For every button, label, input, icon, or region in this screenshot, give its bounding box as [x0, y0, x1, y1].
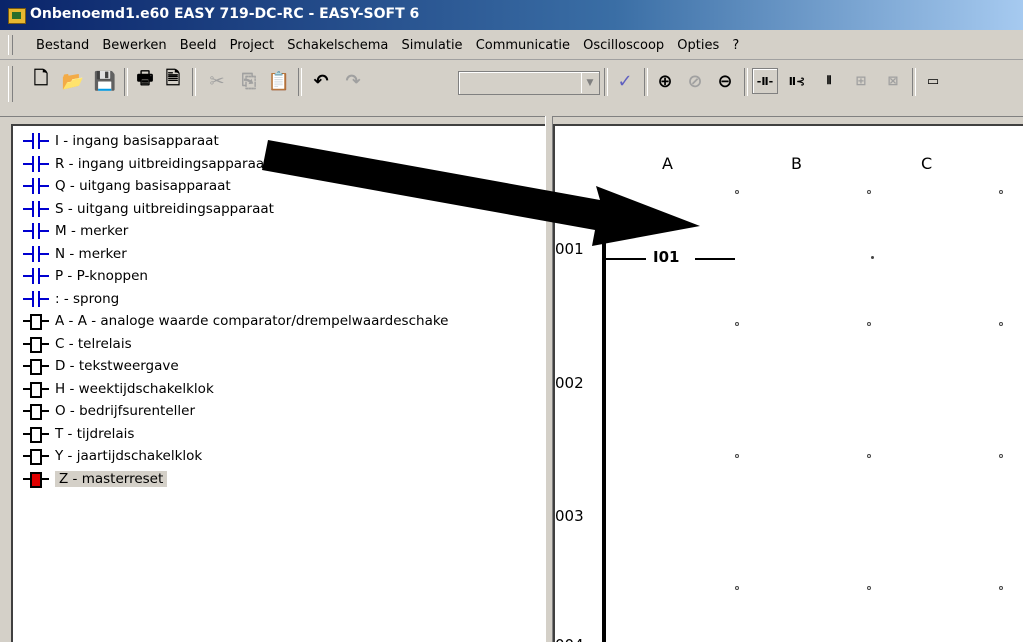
function-block-icon: [23, 448, 49, 465]
branch-icon[interactable]: Ⅱ⊰: [784, 68, 810, 94]
toolbar-grip[interactable]: [8, 66, 13, 102]
menu-oscilloscoop[interactable]: Oscilloscoop: [583, 38, 664, 53]
menu-schakelschema[interactable]: Schakelschema: [287, 38, 388, 53]
grid-point[interactable]: [735, 454, 739, 458]
menu-project[interactable]: Project: [230, 38, 274, 53]
function-relay-icon[interactable]: ⊞: [848, 68, 874, 94]
menu-beeld[interactable]: Beeld: [180, 38, 217, 53]
grid-point[interactable]: [867, 454, 871, 458]
row-number: 001: [555, 240, 584, 258]
tree-item[interactable]: H - weektijdschakelklok: [23, 378, 448, 401]
grid-point[interactable]: [999, 190, 1003, 194]
contact-icon: [23, 155, 49, 172]
menu-simulatie[interactable]: Simulatie: [402, 38, 463, 53]
menu-help[interactable]: ?: [732, 38, 739, 53]
contact-icon: [23, 133, 49, 149]
wire: [695, 258, 735, 260]
grid-point[interactable]: [999, 586, 1003, 590]
tree-item[interactable]: Y - jaartijdschakelklok: [23, 445, 448, 468]
grid-point[interactable]: [867, 322, 871, 326]
column-header-b: B: [791, 154, 802, 173]
contact-icon: [23, 178, 49, 194]
contact-icon: [23, 245, 49, 262]
save-icon[interactable]: 💾: [92, 68, 118, 94]
grid-point[interactable]: [871, 256, 874, 259]
tree-item[interactable]: S - uitgang uitbreidingsapparaat: [23, 198, 448, 221]
toolbar: 🗋 📂 💾 🖶 🗎 ✂ ⎘ 📋 ↶ ↷ ▼ ✓ ⊕ ⊘ ⊖ -Ⅱ- Ⅱ⊰ ⫴ ⊞…: [0, 60, 1023, 117]
grid-point[interactable]: [999, 322, 1003, 326]
tree-item[interactable]: R - ingang uitbreidingsapparaat: [23, 153, 448, 176]
panel-splitter[interactable]: [545, 116, 553, 642]
menu-communicatie[interactable]: Communicatie: [476, 38, 570, 53]
grid-point[interactable]: [735, 322, 739, 326]
function-block-icon: [23, 403, 49, 420]
contact-icon: [23, 223, 49, 239]
tree-item[interactable]: M - merker: [23, 220, 448, 243]
window-title: Onbenoemd1.e60 EASY 719-DC-RC - EASY-SOF…: [30, 6, 420, 22]
tree-item[interactable]: A - A - analoge waarde comparator/drempe…: [23, 310, 448, 333]
row-number: 004: [555, 636, 584, 642]
master-reset-icon: [23, 471, 49, 488]
tree-item[interactable]: N - merker: [23, 243, 448, 266]
menu-grip[interactable]: [8, 35, 13, 55]
contact-label[interactable]: I01: [653, 248, 679, 266]
function-block-icon: [23, 381, 49, 398]
tree-item[interactable]: : - sprong: [23, 288, 448, 311]
wire: [606, 258, 646, 260]
paste-icon[interactable]: 📋: [266, 68, 292, 94]
copy-icon[interactable]: ⎘: [236, 68, 262, 94]
contact-icon[interactable]: -Ⅱ-: [752, 68, 778, 94]
function-block-icon: [23, 336, 49, 353]
view-icon[interactable]: ▭: [920, 68, 946, 94]
row-number: 003: [555, 507, 584, 525]
operand-tree-panel[interactable]: I - ingang basisapparaat R - ingang uitb…: [11, 124, 545, 642]
tree-item-selected[interactable]: Z - masterreset: [23, 468, 448, 491]
print-icon[interactable]: 🖶: [132, 68, 158, 94]
zoom-fit-icon[interactable]: ⊘: [682, 68, 708, 94]
zoom-combo[interactable]: ▼: [458, 71, 600, 95]
zoom-in-icon[interactable]: ⊕: [652, 68, 678, 94]
contact-icon: [23, 200, 49, 217]
grid-point[interactable]: [999, 454, 1003, 458]
function-block-icon: [23, 358, 49, 375]
operand-tree: I - ingang basisapparaat R - ingang uitb…: [23, 130, 448, 490]
tree-item[interactable]: C - telrelais: [23, 333, 448, 356]
parallel-icon[interactable]: ⫴: [816, 68, 842, 94]
grid-point[interactable]: [867, 190, 871, 194]
tree-item[interactable]: D - tekstweergave: [23, 355, 448, 378]
grid-point[interactable]: [735, 190, 739, 194]
function-block-icon: [23, 313, 49, 330]
cut-icon[interactable]: ✂: [204, 68, 230, 94]
redo-icon[interactable]: ↷: [340, 68, 366, 94]
new-icon[interactable]: 🗋: [28, 68, 54, 94]
print-preview-icon[interactable]: 🗎: [160, 68, 186, 94]
contact-icon: [23, 268, 49, 284]
open-icon[interactable]: 📂: [60, 68, 86, 94]
menu-bewerken[interactable]: Bewerken: [102, 38, 166, 53]
tree-item[interactable]: Q - uitgang basisapparaat: [23, 175, 448, 198]
menu-bar: Bestand Bewerken Beeld Project Schakelsc…: [0, 31, 1023, 60]
row-number: 002: [555, 374, 584, 392]
title-bar: Onbenoemd1.e60 EASY 719-DC-RC - EASY-SOF…: [0, 0, 1023, 30]
column-header-a: A: [662, 154, 673, 173]
delete-icon[interactable]: ⊠: [880, 68, 906, 94]
contact-icon: [23, 290, 49, 307]
tree-item[interactable]: T - tijdrelais: [23, 423, 448, 446]
power-rail: [602, 198, 606, 642]
grid-point[interactable]: [735, 586, 739, 590]
chevron-down-icon[interactable]: ▼: [581, 73, 598, 93]
menu-bestand[interactable]: Bestand: [36, 38, 89, 53]
circuit-diagram[interactable]: A B C 001 002 003 004 I01: [553, 124, 1023, 642]
tree-item[interactable]: O - bedrijfsurenteller: [23, 400, 448, 423]
check-icon[interactable]: ✓: [612, 68, 638, 94]
undo-icon[interactable]: ↶: [308, 68, 334, 94]
column-header-c: C: [921, 154, 933, 173]
app-icon[interactable]: [8, 8, 26, 24]
function-block-icon: [23, 426, 49, 443]
zoom-out-icon[interactable]: ⊖: [712, 68, 738, 94]
tree-item[interactable]: I - ingang basisapparaat: [23, 130, 448, 153]
tree-item[interactable]: P - P-knoppen: [23, 265, 448, 288]
grid-point[interactable]: [867, 586, 871, 590]
menu-opties[interactable]: Opties: [677, 38, 719, 53]
